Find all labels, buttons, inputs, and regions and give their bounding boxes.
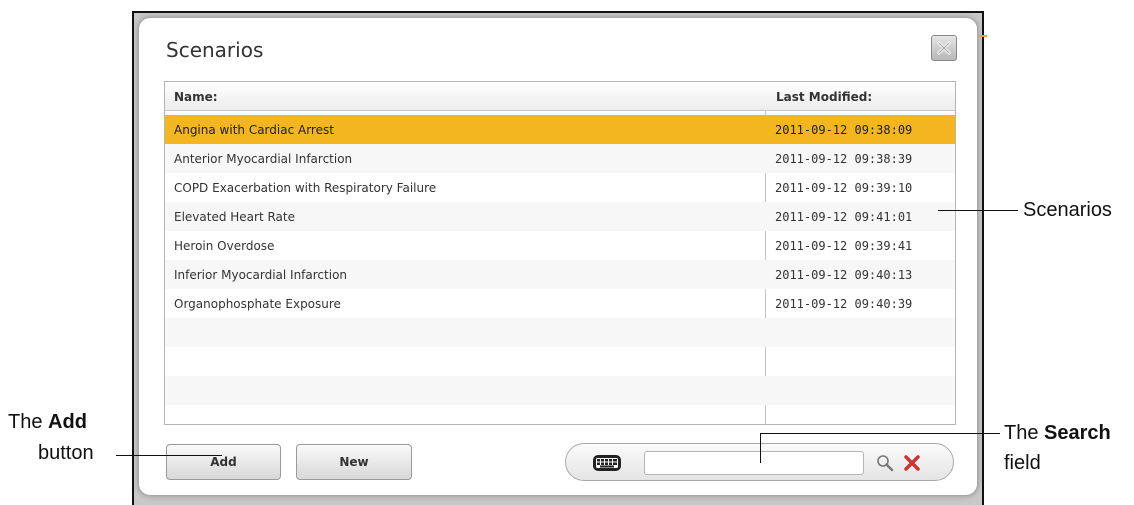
scenario-last-modified: 2011-09-12 09:38:09 [775,123,913,137]
dialog-title: Scenarios [166,38,264,62]
scenario-last-modified: 2011-09-12 09:39:10 [775,181,913,195]
scenario-name: COPD Exacerbation with Respiratory Failu… [174,181,437,195]
scenario-name: Heroin Overdose [174,239,275,253]
add-callout-line [116,455,222,456]
magnifier-icon[interactable] [876,454,894,472]
scenario-name: Angina with Cardiac Arrest [174,123,334,137]
search-callout-line1: The Search [1004,421,1111,445]
add-button[interactable]: Add [166,444,281,480]
table-header: Name: Last Modified: [165,82,955,111]
empty-row [165,347,955,376]
scenario-last-modified: 2011-09-12 09:40:39 [775,297,913,311]
scenario-name: Elevated Heart Rate [174,210,296,224]
scenario-name: Anterior Myocardial Infarction [174,152,353,166]
scenario-name: Inferior Myocardial Infarction [174,268,348,282]
table-row[interactable]: Heroin Overdose 2011-09-12 09:39:41 [165,231,955,260]
search-callout-prefix: The [1004,422,1045,444]
table-row[interactable]: Inferior Myocardial Infarction 2011-09-12… [165,260,955,289]
table-row[interactable]: Anterior Myocardial Infarction 2011-09-12… [165,144,955,173]
column-header-last-modified[interactable]: Last Modified: [776,90,872,104]
column-header-name[interactable]: Name: [174,90,218,104]
add-callout-line1: The Add [8,410,87,434]
empty-row [165,318,955,347]
close-icon [937,41,951,55]
search-input[interactable] [644,451,864,475]
close-button[interactable] [931,35,957,61]
table-row[interactable]: COPD Exacerbation with Respiratory Failu… [165,173,955,202]
keyboard-icon[interactable] [592,454,622,472]
add-callout-line2: button [38,442,94,464]
search-callout-drop [760,433,761,463]
scenario-last-modified: 2011-09-12 09:39:41 [775,239,913,253]
search-callout-line2: field [1004,452,1041,474]
scenario-name: Organophosphate Exposure [174,297,341,311]
clear-x-icon[interactable] [903,454,921,472]
scenario-last-modified: 2011-09-12 09:41:01 [775,210,913,224]
decorative-tick [980,35,987,37]
scenario-last-modified: 2011-09-12 09:38:39 [775,152,913,166]
table-row[interactable]: Elevated Heart Rate 2011-09-12 09:41:01 [165,202,955,231]
new-button[interactable]: New [296,444,412,480]
table-row[interactable]: Angina with Cardiac Arrest 2011-09-12 09:… [165,115,955,144]
table-row[interactable]: Organophosphate Exposure 2011-09-12 09:40… [165,289,955,318]
search-callout-bold: Search [1044,422,1111,444]
empty-row [165,405,955,424]
scenario-last-modified: 2011-09-12 09:40:13 [775,268,913,282]
scenarios-callout-line [938,210,1018,211]
scenarios-callout: Scenarios [1023,199,1112,221]
empty-row [165,376,955,405]
add-callout-bold: Add [48,411,87,433]
add-callout-prefix: The [8,411,49,433]
search-callout-line [760,433,1000,434]
scenarios-table: Name: Last Modified: Angina with Cardiac… [164,81,956,425]
table-body: Angina with Cardiac Arrest 2011-09-12 09:… [165,115,955,424]
